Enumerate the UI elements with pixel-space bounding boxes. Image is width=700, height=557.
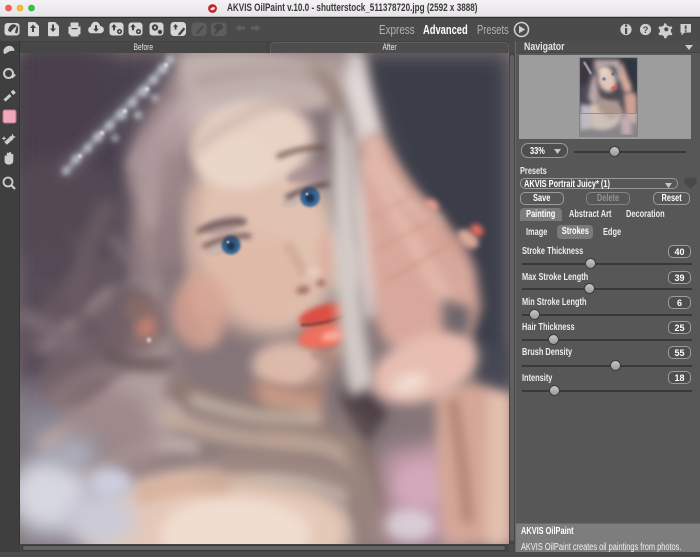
svg-text:?: ? (643, 25, 649, 36)
